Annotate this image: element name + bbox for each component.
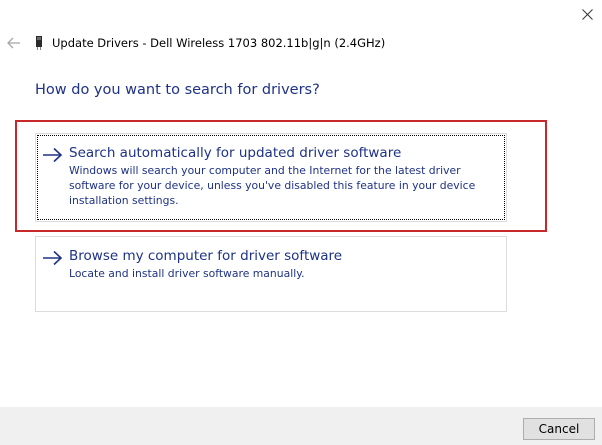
- back-arrow-icon: [7, 34, 21, 53]
- close-button[interactable]: [572, 0, 602, 28]
- back-button[interactable]: [6, 35, 22, 51]
- search-automatically-title: Search automatically for updated driver …: [69, 145, 402, 161]
- close-icon: [581, 8, 593, 20]
- right-arrow-icon: [42, 250, 64, 266]
- browse-computer-title: Browse my computer for driver software: [69, 248, 343, 264]
- right-arrow-icon: [42, 147, 64, 163]
- dialog-footer: Cancel: [0, 407, 602, 445]
- browse-computer-description: Locate and install driver software manua…: [69, 267, 305, 280]
- search-automatically-description: Windows will search your computer and th…: [69, 164, 476, 207]
- search-automatically-option[interactable]: Search automatically for updated driver …: [35, 133, 507, 222]
- update-drivers-window: Update Drivers - Dell Wireless 1703 802.…: [0, 0, 602, 445]
- browse-computer-option[interactable]: Browse my computer for driver software L…: [35, 236, 507, 312]
- dialog-header: Update Drivers - Dell Wireless 1703 802.…: [6, 33, 385, 53]
- window-title: Update Drivers - Dell Wireless 1703 802.…: [52, 36, 386, 50]
- page-heading: How do you want to search for drivers?: [35, 82, 320, 98]
- network-device-icon: [35, 35, 43, 51]
- cancel-button[interactable]: Cancel: [523, 418, 595, 440]
